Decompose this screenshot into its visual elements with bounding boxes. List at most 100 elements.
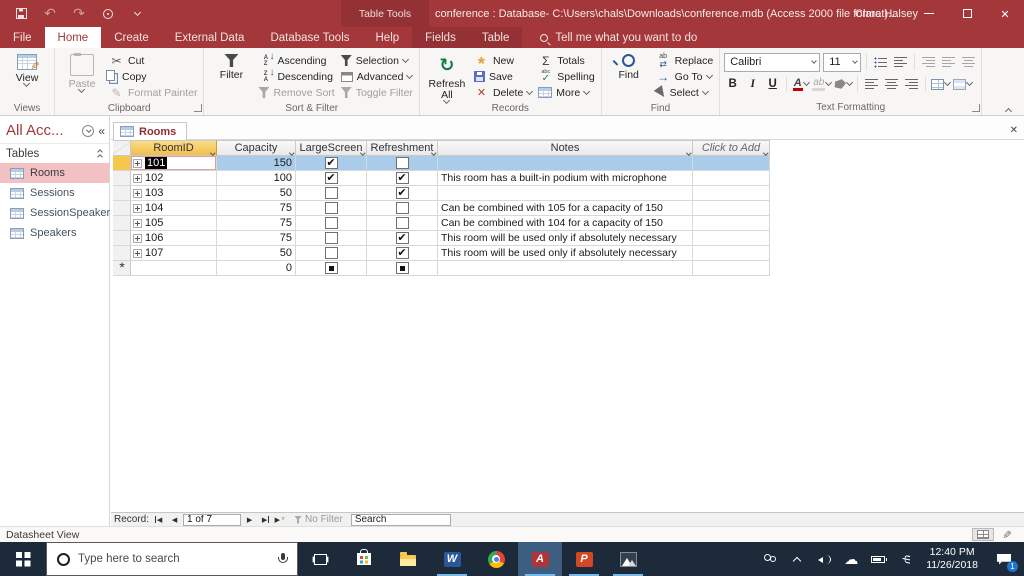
expand-record-icon[interactable] [133,173,142,183]
row-selector[interactable] [113,201,131,216]
expand-record-icon[interactable] [133,233,142,243]
expand-record-icon[interactable] [133,188,142,198]
select-button[interactable]: Select [653,85,716,100]
new-record-cell-notes[interactable] [438,261,693,276]
record-position-box[interactable] [183,513,242,526]
taskbar-button-explorer[interactable] [386,542,430,576]
qat-save-button[interactable] [13,6,29,22]
cell-capacity-101[interactable]: 150 [217,156,296,171]
cell-largescreen-103[interactable] [296,186,367,201]
refreshment-checkbox[interactable] [395,217,409,229]
expand-record-icon[interactable] [133,218,142,228]
cell-refreshment-105[interactable] [367,216,438,231]
taskbar-button-photos[interactable] [606,542,650,576]
cell-notes-106[interactable]: This room will be used only if absolutel… [438,231,693,246]
qat-redo-button[interactable] [71,6,87,22]
largescreen-checkbox[interactable] [324,247,338,259]
taskbar-button-word[interactable]: W [430,542,474,576]
ascending-button[interactable]: Ascending [256,53,336,68]
cell-capacity-104[interactable]: 75 [217,201,296,216]
spelling-button[interactable]: Spelling [536,69,596,84]
document-close-button[interactable] [1010,125,1018,136]
cut-button[interactable]: Cut [107,53,199,68]
new-record-selector[interactable] [113,261,131,276]
taskbar-clock[interactable]: 12:40 PM 11/26/2018 [920,542,984,576]
taskbar-button-access[interactable]: A [518,542,562,576]
cell-roomid-106[interactable]: 106 [131,231,217,246]
largescreen-checkbox[interactable] [324,157,338,169]
microphone-icon[interactable] [278,552,288,566]
largescreen-checkbox[interactable] [324,217,338,229]
column-header-refreshment[interactable]: Refreshment [367,140,438,156]
sidebar-item-rooms[interactable]: Rooms [0,163,109,183]
taskbar-button-powerpoint[interactable]: P [562,542,606,576]
column-header-notes[interactable]: Notes [438,140,693,156]
start-button[interactable] [0,542,46,576]
numbering-button[interactable] [892,53,909,71]
nav-menu-icon[interactable] [82,124,95,137]
cell-notes-103[interactable] [438,186,693,201]
refreshment-checkbox[interactable] [395,232,409,244]
column-header-roomid[interactable]: RoomID [131,140,217,156]
cell-largescreen-104[interactable] [296,201,367,216]
cell-refreshment-106[interactable] [367,231,438,246]
cell-roomid-102[interactable]: 102 [131,171,217,186]
row-selector[interactable] [113,186,131,201]
new-button[interactable]: New [472,53,534,68]
cell-refreshment-102[interactable] [367,171,438,186]
refreshment-checkbox[interactable] [395,157,409,169]
close-button[interactable] [986,0,1024,27]
align-center-button[interactable] [883,75,900,93]
column-header-clickadd[interactable]: Click to Add [693,140,770,156]
more-button[interactable]: More [536,85,596,100]
bullets-button[interactable] [872,53,889,71]
new-record-cell-refreshment[interactable] [367,261,438,276]
cell-notes-105[interactable]: Can be combined with 104 for a capacity … [438,216,693,231]
tab-home[interactable]: Home [44,27,102,48]
refreshment-checkbox[interactable] [395,202,409,214]
qat-touch-mode-button[interactable] [100,6,116,22]
tab-fields[interactable]: Fields [412,27,469,48]
datasheet-view-button[interactable] [972,528,994,541]
tray-usb-button[interactable] [898,552,912,566]
previous-record-button[interactable]: ◀ [168,514,181,525]
taskbar-button-store[interactable] [342,542,386,576]
cell-capacity-106[interactable]: 75 [217,231,296,246]
cell-roomid-105[interactable]: 105 [131,216,217,231]
expand-record-icon[interactable] [133,248,142,258]
cell-roomid-101[interactable]: 101 [131,156,217,171]
tab-file[interactable]: File [0,27,45,48]
last-record-button[interactable]: ▶ [258,514,271,525]
next-record-button[interactable]: ▶ [243,514,256,525]
copy-button[interactable]: Copy [106,69,199,84]
font-name-combo[interactable]: Calibri [724,52,821,72]
new-record-button[interactable]: ▶ * [273,514,286,525]
font-color-button[interactable]: A [792,75,810,93]
restore-button[interactable] [948,0,986,27]
tray-people-button[interactable] [763,552,777,566]
document-tab-rooms[interactable]: Rooms [113,122,188,140]
row-selector[interactable] [113,231,131,246]
row-selector[interactable] [113,156,131,171]
selection-button[interactable]: Selection [339,53,415,68]
cell-largescreen-105[interactable] [296,216,367,231]
bold-button[interactable]: B [724,75,741,93]
column-filter-arrow-icon[interactable] [762,145,768,157]
filter-button[interactable]: Filter [208,51,254,101]
cell-refreshment-101[interactable] [367,156,438,171]
cell-clickadd-107[interactable] [693,246,770,261]
column-filter-arrow-icon[interactable] [685,145,691,157]
select-all-cell[interactable] [113,140,131,156]
alternate-row-color-button[interactable] [953,75,974,93]
cell-notes-104[interactable]: Can be combined with 105 for a capacity … [438,201,693,216]
descending-button[interactable]: Descending [256,69,336,84]
sidebar-item-sessions[interactable]: Sessions [0,183,109,203]
refresh-all-button[interactable]: RefreshAll [424,51,470,105]
italic-button[interactable]: I [744,75,761,93]
tray-volume-button[interactable] [817,552,832,566]
background-color-button[interactable] [834,75,854,93]
refreshment-checkbox[interactable] [395,187,409,199]
refreshment-checkbox[interactable] [395,262,409,274]
largescreen-checkbox[interactable] [324,262,338,274]
tab-external-data[interactable]: External Data [162,27,258,48]
